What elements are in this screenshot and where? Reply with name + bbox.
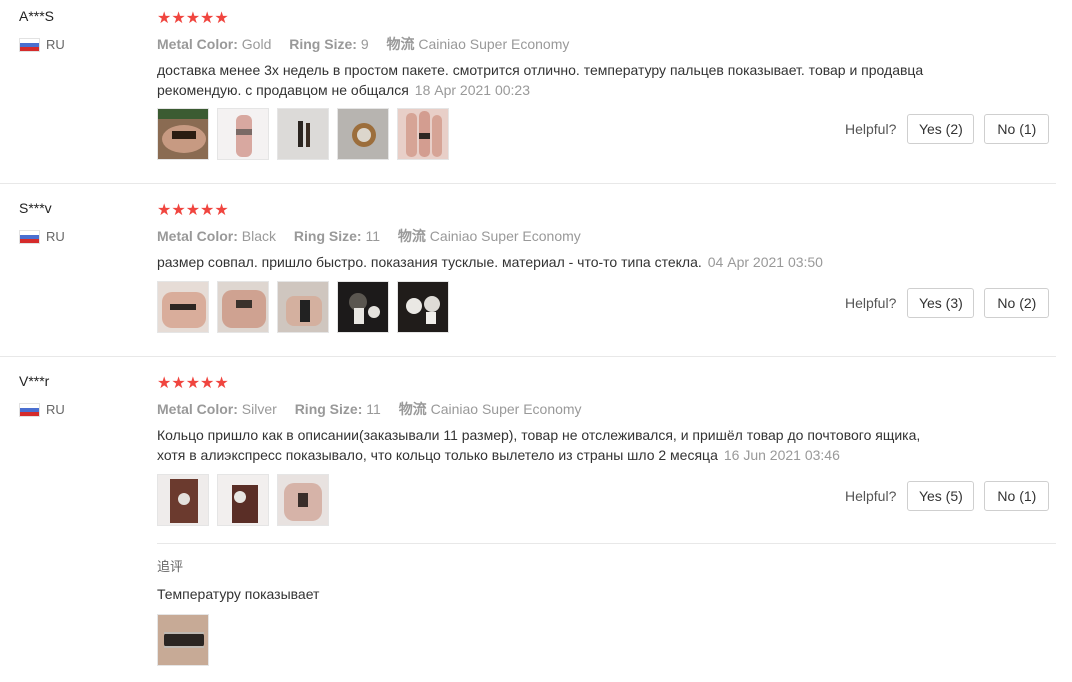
review-attributes: Metal Color: Silver Ring Size: 11 物流 Cai… — [157, 399, 596, 419]
metal-color-value: Silver — [241, 401, 277, 417]
review-photo[interactable] — [157, 614, 209, 666]
review-photo[interactable] — [157, 281, 209, 333]
followup-text: Температуру показывает — [157, 586, 320, 602]
review-date: 18 Apr 2021 00:23 — [414, 82, 531, 98]
review-photos — [157, 474, 337, 526]
star-rating: ★★★★★ — [157, 375, 229, 392]
review-photo[interactable] — [337, 108, 389, 160]
shipping-value: Cainiao Super Economy — [430, 401, 582, 417]
shipping-value: Cainiao Super Economy — [429, 228, 581, 244]
review-divider — [0, 356, 1056, 357]
review-photo[interactable] — [217, 474, 269, 526]
metal-color-value: Black — [241, 228, 277, 244]
metal-color-label: Metal Color: — [157, 401, 238, 417]
followup-label: 追评 — [157, 559, 184, 574]
ring-size-value: 11 — [366, 401, 381, 417]
shipping-label: 物流 — [398, 401, 427, 417]
helpful-label: Helpful? — [845, 295, 897, 311]
russia-flag-icon — [19, 229, 40, 244]
review-text: размер совпал. пришло быстро. показания … — [157, 252, 937, 272]
reviewer-country: RU — [19, 37, 65, 52]
review-divider — [0, 183, 1056, 184]
followup-photos — [157, 614, 217, 666]
review-text: Кольцо пришло как в описании(заказывали … — [157, 425, 937, 465]
review-attributes: Metal Color: Black Ring Size: 11 物流 Cain… — [157, 226, 595, 246]
ring-size-label: Ring Size: — [289, 36, 357, 52]
review-photo[interactable] — [397, 108, 449, 160]
review-text: доставка менее 3х недель в простом пакет… — [157, 60, 937, 100]
helpful-no-button[interactable]: No (2) — [984, 288, 1050, 318]
metal-color-label: Metal Color: — [157, 228, 238, 244]
followup-divider — [157, 543, 1056, 544]
review-photo[interactable] — [277, 474, 329, 526]
reviewer-name: A***S — [19, 8, 55, 24]
helpful-label: Helpful? — [845, 121, 897, 137]
review-body: размер совпал. пришло быстро. показания … — [157, 254, 702, 270]
ring-size-label: Ring Size: — [293, 228, 362, 244]
reviewer-country: RU — [19, 402, 65, 417]
review-photo[interactable] — [337, 281, 389, 333]
shipping-label: 物流 — [386, 36, 415, 52]
country-code: RU — [46, 37, 65, 52]
review-photo[interactable] — [217, 281, 269, 333]
star-rating: ★★★★★ — [157, 202, 229, 219]
helpful-yes-button[interactable]: Yes (5) — [907, 481, 975, 511]
review-date: 16 Jun 2021 03:46 — [723, 447, 840, 463]
review-attributes: Metal Color: Gold Ring Size: 9 物流 Cainia… — [157, 34, 583, 54]
review-photo[interactable] — [217, 108, 269, 160]
russia-flag-icon — [19, 37, 40, 52]
helpful-yes-button[interactable]: Yes (3) — [907, 288, 975, 318]
country-code: RU — [46, 229, 65, 244]
shipping-value: Cainiao Super Economy — [418, 36, 570, 52]
review-photo[interactable] — [157, 474, 209, 526]
country-code: RU — [46, 402, 65, 417]
reviewer-country: RU — [19, 229, 65, 244]
review-body: доставка менее 3х недель в простом пакет… — [157, 62, 924, 98]
reviewer-name: V***r — [19, 373, 50, 389]
metal-color-label: Metal Color: — [157, 36, 238, 52]
reviewer-name: S***v — [19, 200, 52, 216]
helpful-votes: Helpful? Yes (2) No (1) — [845, 114, 1059, 144]
star-rating: ★★★★★ — [157, 10, 229, 27]
review-photo[interactable] — [397, 281, 449, 333]
ring-size-label: Ring Size: — [294, 401, 363, 417]
metal-color-value: Gold — [241, 36, 272, 52]
review-photo[interactable] — [157, 108, 209, 160]
ring-size-value: 11 — [365, 228, 381, 244]
shipping-label: 物流 — [397, 228, 426, 244]
review-photo[interactable] — [277, 281, 329, 333]
review-photos — [157, 108, 457, 160]
review-date: 04 Apr 2021 03:50 — [707, 254, 823, 270]
helpful-label: Helpful? — [845, 488, 897, 504]
helpful-no-button[interactable]: No (1) — [984, 114, 1050, 144]
helpful-no-button[interactable]: No (1) — [984, 481, 1050, 511]
review-photos — [157, 281, 457, 333]
helpful-votes: Helpful? Yes (5) No (1) — [845, 481, 1059, 511]
review-photo[interactable] — [277, 108, 329, 160]
ring-size-value: 9 — [360, 36, 369, 52]
helpful-votes: Helpful? Yes (3) No (2) — [845, 288, 1059, 318]
russia-flag-icon — [19, 402, 40, 417]
helpful-yes-button[interactable]: Yes (2) — [907, 114, 975, 144]
